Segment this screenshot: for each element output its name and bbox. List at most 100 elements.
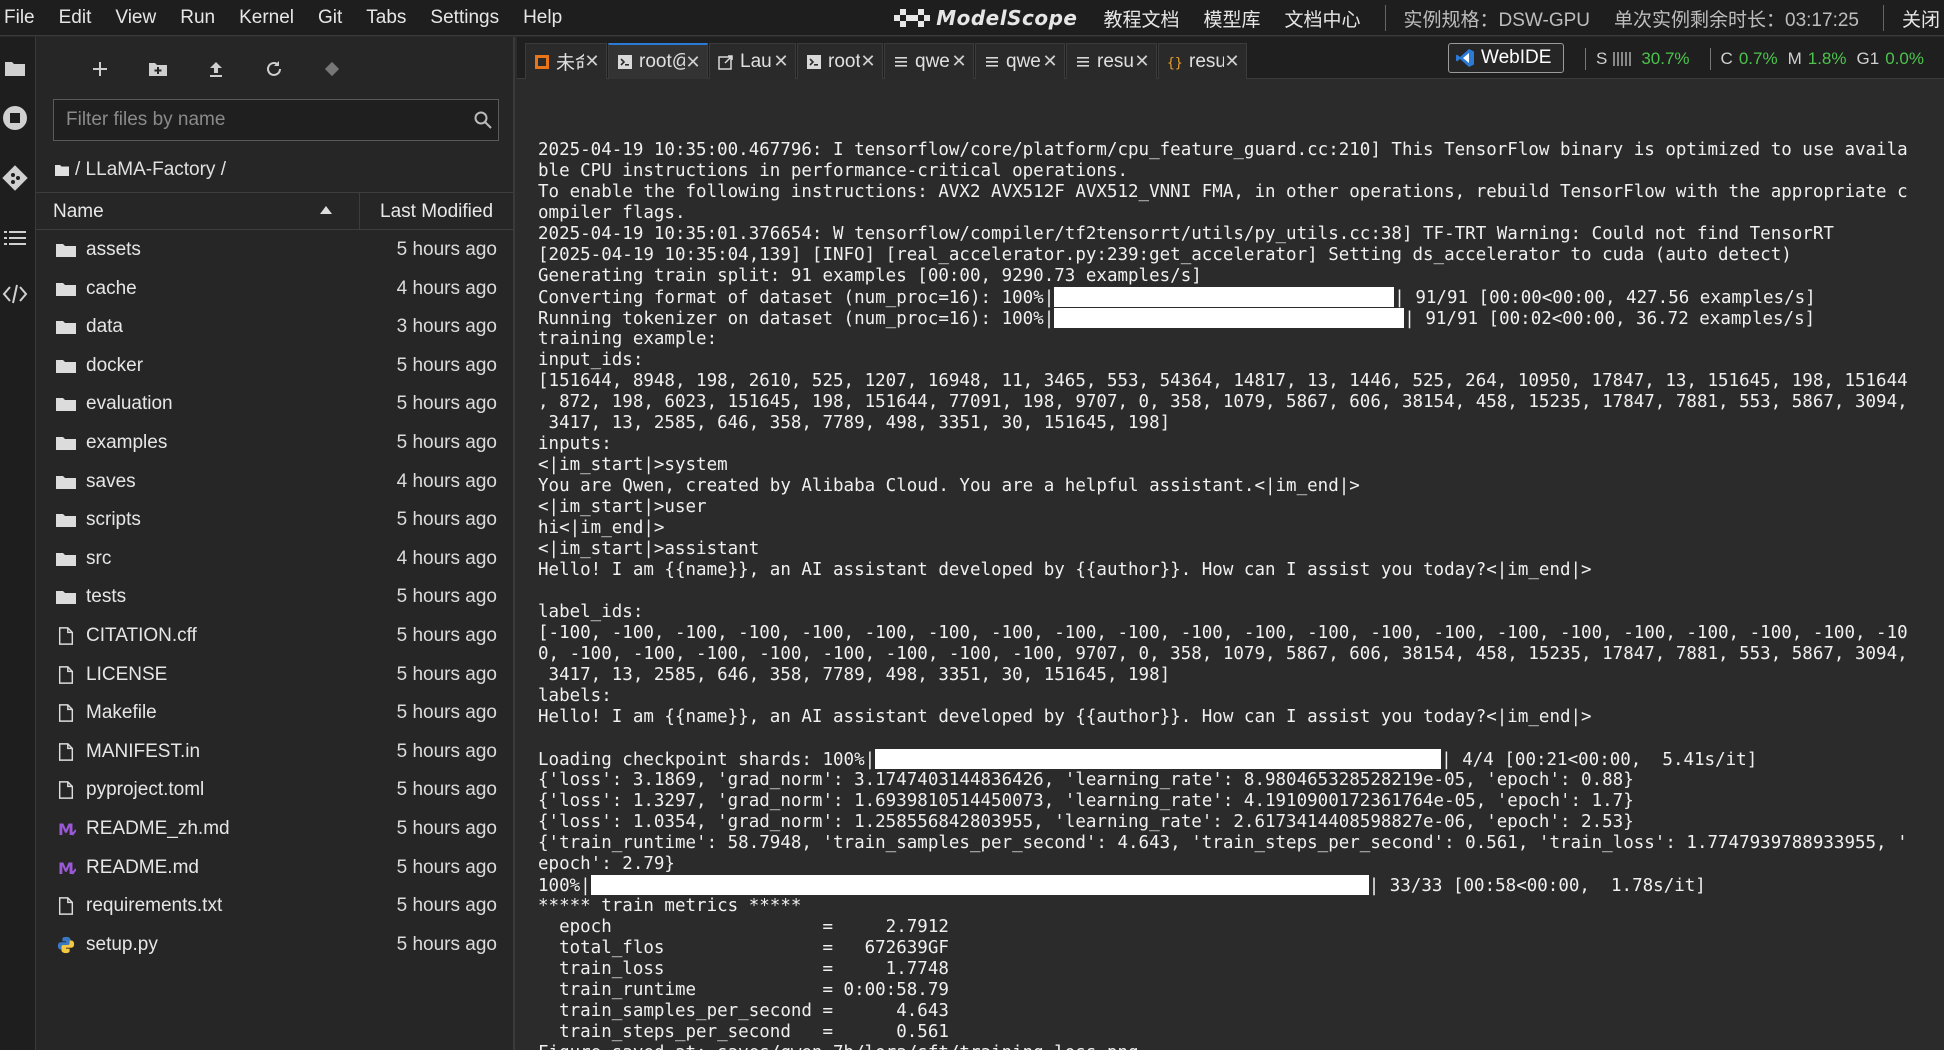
search-icon[interactable] xyxy=(468,111,498,129)
file-row[interactable]: scripts 5 hours ago xyxy=(36,501,513,540)
file-modified: 5 hours ago xyxy=(396,740,497,762)
file-row[interactable]: setup.py 5 hours ago xyxy=(36,926,513,965)
file-row[interactable]: saves 4 hours ago xyxy=(36,463,513,502)
file-row[interactable]: docker 5 hours ago xyxy=(36,347,513,386)
file-row[interactable]: src 4 hours ago xyxy=(36,540,513,579)
refresh-icon[interactable] xyxy=(254,49,294,89)
terminal-line: train_loss = 1.7748 xyxy=(538,959,949,979)
folder-icon[interactable] xyxy=(55,164,69,176)
menu-bar: File Edit View Run Kernel Git Tabs Setti… xyxy=(0,0,1944,36)
model-library-link[interactable]: 模型库 xyxy=(1204,5,1261,32)
tab-label: Launcher xyxy=(740,50,773,72)
main-area: 未命名✕root@✕Launcher✕root@✕qwen✕qwen✕resul… xyxy=(517,37,1944,1050)
file-row[interactable]: pyproject.toml 5 hours ago xyxy=(36,771,513,810)
terminal-line: 2025-04-19 10:35:01.376654: W tensorflow… xyxy=(538,224,1834,244)
close-icon[interactable]: ✕ xyxy=(685,52,701,73)
activity-bar xyxy=(0,37,36,1050)
tab-label: 未命名 xyxy=(556,53,584,74)
terminal-line: You are Qwen, created by Alibaba Cloud. … xyxy=(538,476,1360,496)
close-icon[interactable]: ✕ xyxy=(584,51,600,72)
file-row[interactable]: requirements.txt 5 hours ago xyxy=(36,887,513,926)
tutorial-docs-link[interactable]: 教程文档 xyxy=(1103,5,1179,32)
list-icon[interactable] xyxy=(0,223,30,253)
terminal-line: 2025-04-19 10:35:00.467796: I tensorflow… xyxy=(538,140,1908,160)
folder-icon xyxy=(56,359,76,373)
terminal-line: Converting format of dataset (num_proc=1… xyxy=(538,287,1944,308)
file-modified: 5 hours ago xyxy=(396,239,497,260)
breadcrumb-path[interactable]: / LLaMA-Factory / xyxy=(75,159,226,181)
git-icon[interactable] xyxy=(0,163,30,193)
close-icon[interactable]: ✕ xyxy=(951,51,967,72)
column-modified-header[interactable]: Last Modified xyxy=(380,201,493,223)
file-row[interactable]: data 3 hours ago xyxy=(36,308,513,347)
close-icon[interactable]: ✕ xyxy=(860,51,876,72)
git-clone-icon[interactable] xyxy=(312,49,352,89)
tab-2[interactable]: root@✕ xyxy=(608,43,708,79)
new-launcher-icon[interactable] xyxy=(80,49,120,89)
menu-view[interactable]: View xyxy=(103,7,168,29)
terminal-line: 3417, 13, 2585, 646, 358, 7789, 498, 335… xyxy=(538,665,1171,685)
tab-7[interactable]: result✕ xyxy=(1066,43,1157,79)
modelscope-brand[interactable]: ModelScope xyxy=(894,6,1077,30)
progress-text: 100%| xyxy=(538,876,591,896)
file-row[interactable]: examples 5 hours ago xyxy=(36,424,513,463)
menu-kernel[interactable]: Kernel xyxy=(227,7,306,29)
terminal-line: Hello! I am {{name}}, an AI assistant de… xyxy=(538,560,1592,580)
cpu-meter-label: C xyxy=(1720,49,1733,68)
tab-3[interactable]: Launcher✕ xyxy=(709,43,796,79)
menu-run[interactable]: Run xyxy=(168,7,227,29)
upload-icon[interactable] xyxy=(196,49,236,89)
file-row[interactable]: evaluation 5 hours ago xyxy=(36,385,513,424)
doc-center-link[interactable]: 文档中心 xyxy=(1285,5,1361,32)
close-icon[interactable]: ✕ xyxy=(1042,51,1058,72)
terminal-line: 0, -100, -100, -100, -100, -100, -100, -… xyxy=(538,644,1908,664)
memory-meter-label: M xyxy=(1787,49,1802,68)
menu-settings[interactable]: Settings xyxy=(418,7,511,29)
close-icon[interactable]: ✕ xyxy=(1224,51,1240,72)
close-instance-link[interactable]: 关闭 xyxy=(1902,5,1944,32)
menu-help[interactable]: Help xyxy=(511,7,574,29)
terminal-line: [2025-04-19 10:35:04,139] [INFO] [real_a… xyxy=(538,245,1792,265)
tab-6[interactable]: qwen✕ xyxy=(975,43,1065,79)
column-name-header[interactable]: Name xyxy=(53,201,104,223)
breadcrumb: / LLaMA-Factory / xyxy=(55,157,226,183)
meter-divider xyxy=(1709,48,1711,70)
terminal-line: {'loss': 1.0354, 'grad_norm': 1.25855684… xyxy=(538,812,1634,832)
file-row[interactable]: tests 5 hours ago xyxy=(36,578,513,617)
stop-circle-icon[interactable] xyxy=(0,103,30,133)
file-row[interactable]: CITATION.cff 5 hours ago xyxy=(36,617,513,656)
menu-tabs[interactable]: Tabs xyxy=(354,7,418,29)
file-row[interactable]: M README.md 5 hours ago xyxy=(36,849,513,888)
file-row[interactable]: LICENSE 5 hours ago xyxy=(36,656,513,695)
menu-edit[interactable]: Edit xyxy=(47,7,104,29)
tab-1[interactable]: 未命名✕ xyxy=(525,43,607,79)
file-row[interactable]: cache 4 hours ago xyxy=(36,270,513,309)
file-filter-input[interactable] xyxy=(54,100,468,140)
tab-4[interactable]: root@✕ xyxy=(797,43,883,79)
file-filter-box xyxy=(53,99,499,141)
file-modified: 5 hours ago xyxy=(396,509,497,531)
menu-file[interactable]: File xyxy=(0,7,47,29)
file-row[interactable]: M README_zh.md 5 hours ago xyxy=(36,810,513,849)
folder-icon[interactable] xyxy=(0,53,30,83)
progress-bar xyxy=(1054,287,1395,307)
sort-ascending-icon[interactable] xyxy=(320,206,332,214)
new-folder-icon[interactable] xyxy=(138,49,178,89)
file-icon xyxy=(58,665,74,684)
file-row[interactable]: Makefile 5 hours ago xyxy=(36,694,513,733)
file-row[interactable]: MANIFEST.in 5 hours ago xyxy=(36,733,513,772)
file-row[interactable]: assets 5 hours ago xyxy=(36,231,513,270)
code-icon[interactable] xyxy=(0,279,30,309)
file-icon xyxy=(58,704,74,722)
column-divider[interactable] xyxy=(359,193,360,229)
file-name: MANIFEST.in xyxy=(86,740,201,762)
close-icon[interactable]: ✕ xyxy=(1134,51,1150,72)
terminal-output[interactable]: 2025-04-19 10:35:00.467796: I tensorflow… xyxy=(517,80,1944,1050)
menu-git[interactable]: Git xyxy=(306,7,354,29)
tab-5[interactable]: qwen✕ xyxy=(884,43,974,79)
webide-button[interactable]: WebIDE xyxy=(1448,43,1564,73)
markdown-file-icon: M xyxy=(58,859,76,877)
tab-8[interactable]: {} result✕ xyxy=(1158,43,1247,79)
close-icon[interactable]: ✕ xyxy=(773,51,789,72)
folder-icon xyxy=(56,398,76,412)
